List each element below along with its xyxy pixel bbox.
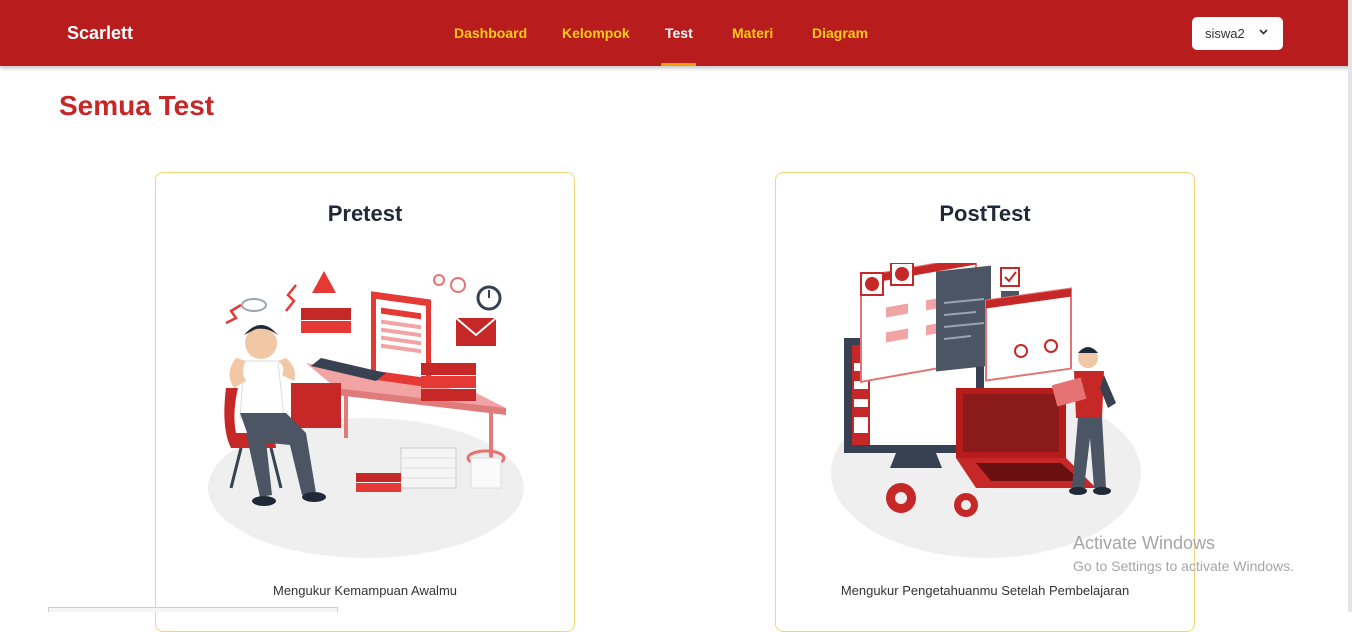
nav-link-kelompok[interactable]: Kelompok bbox=[562, 25, 630, 41]
user-name: siswa2 bbox=[1205, 26, 1245, 41]
card-title: Pretest bbox=[327, 201, 403, 226]
card-title: PostTest bbox=[939, 201, 1031, 226]
vertical-scrollbar[interactable] bbox=[1348, 0, 1352, 612]
nav-link-diagram[interactable]: Diagram bbox=[812, 25, 868, 41]
nav-link-materi[interactable]: Materi bbox=[732, 25, 773, 41]
stressed-student-illustration bbox=[208, 271, 524, 558]
nav-links: Dashboard Kelompok Test Materi Diagram bbox=[0, 0, 1350, 66]
card-description: Mengukur Kemampuan Awalmu bbox=[272, 583, 458, 598]
user-dropdown[interactable]: siswa2 bbox=[1192, 17, 1283, 50]
card-description: Mengukur Pengetahuanmu Setelah Pembelaja… bbox=[840, 583, 1130, 598]
active-nav-indicator bbox=[661, 63, 696, 66]
watermark-subtitle: Go to Settings to activate Windows. bbox=[1073, 558, 1294, 574]
page-title: Semua Test bbox=[59, 90, 215, 121]
navbar: Scarlett Dashboard Kelompok Test Materi … bbox=[0, 0, 1350, 66]
bottom-taskbar-edge bbox=[48, 607, 338, 612]
watermark-title: Activate Windows bbox=[1073, 533, 1216, 553]
activation-watermark: Activate Windows Go to Settings to activ… bbox=[1073, 533, 1294, 574]
developer-illustration bbox=[831, 263, 1141, 558]
nav-link-test[interactable]: Test bbox=[665, 25, 693, 41]
chevron-down-icon bbox=[1259, 29, 1268, 35]
pretest-card[interactable]: Pretest Mengukur Kemampuan Awalmu bbox=[155, 172, 575, 632]
nav-link-dashboard[interactable]: Dashboard bbox=[454, 25, 527, 41]
